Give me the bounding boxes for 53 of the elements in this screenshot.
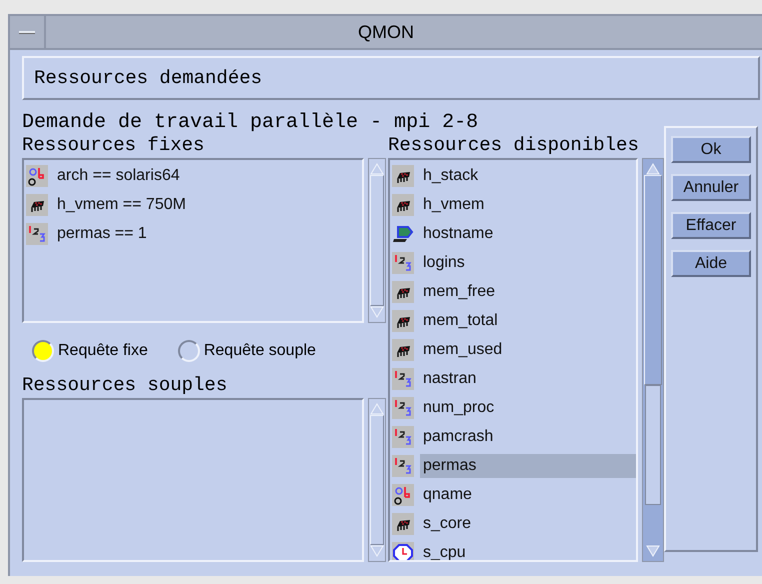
section-header: Ressources demandées: [22, 56, 760, 100]
number-type-icon: [26, 222, 48, 244]
number-type-icon: [392, 454, 414, 476]
list-item[interactable]: nastran: [420, 366, 476, 390]
window-title: QMON: [357, 20, 415, 44]
dialog-button[interactable]: Ok: [671, 136, 751, 163]
number-type-icon: [392, 426, 414, 448]
list-item[interactable]: arch == solaris64: [54, 164, 180, 188]
clock-icon: [392, 542, 414, 560]
dialog-button[interactable]: Effacer: [671, 212, 751, 239]
radio-label: Requête souple: [204, 341, 316, 361]
list-item[interactable]: pamcrash: [420, 424, 494, 448]
memory-chip-icon: [392, 280, 414, 302]
request-title: Demande de travail parallèle - mpi 2-8: [22, 112, 480, 134]
memory-chip-icon: [392, 164, 414, 186]
radio-button[interactable]: [32, 340, 54, 362]
list-item[interactable]: h_vmem == 750M: [54, 192, 186, 216]
memory-chip-icon: [392, 194, 414, 216]
fixed-resources-list[interactable]: arch == solaris64 h_vmem == 750M permas == 1: [22, 158, 364, 323]
list-item[interactable]: mem_total: [420, 308, 498, 332]
dialog-button[interactable]: Annuler: [671, 174, 751, 201]
scroll-thumb[interactable]: [644, 175, 662, 385]
scrollbar[interactable]: [368, 398, 386, 562]
radio-button[interactable]: [178, 340, 200, 362]
list-item[interactable]: hostname: [420, 222, 494, 246]
list-item[interactable]: s_cpu: [420, 540, 466, 560]
number-type-icon: [392, 396, 414, 418]
available-resources-list[interactable]: h_stack h_vmem hostname logins mem_free mem_total mem_used nastran num_proc pamcrash permas qname s_core s_cpu: [388, 158, 638, 562]
number-type-icon: [392, 252, 414, 274]
scrollbar[interactable]: [642, 158, 664, 562]
memory-chip-icon: [392, 512, 414, 534]
list-item[interactable]: mem_used: [420, 338, 502, 362]
scrollbar[interactable]: [368, 158, 386, 323]
memory-chip-icon: [392, 338, 414, 360]
text-type-icon: [392, 484, 414, 506]
number-type-icon: [392, 368, 414, 390]
radio-label: Requête fixe: [58, 341, 148, 361]
list-item[interactable]: logins: [420, 250, 465, 274]
text-type-icon: [26, 164, 48, 186]
list-item[interactable]: permas: [420, 454, 636, 478]
list-label: Ressources disponibles: [388, 134, 640, 156]
list-item[interactable]: h_vmem: [420, 192, 484, 216]
list-item[interactable]: num_proc: [420, 396, 494, 420]
list-item[interactable]: s_core: [420, 512, 472, 536]
dialog-button[interactable]: Aide: [671, 250, 751, 277]
list-item[interactable]: h_stack: [420, 164, 478, 188]
list-item[interactable]: mem_free: [420, 280, 496, 304]
memory-chip-icon: [26, 194, 48, 216]
list-item[interactable]: permas == 1: [54, 222, 147, 246]
memory-chip-icon: [392, 310, 414, 332]
list-label: Ressources fixes: [22, 134, 206, 156]
list-label: Ressources souples: [22, 374, 228, 396]
list-item[interactable]: qname: [420, 482, 472, 506]
